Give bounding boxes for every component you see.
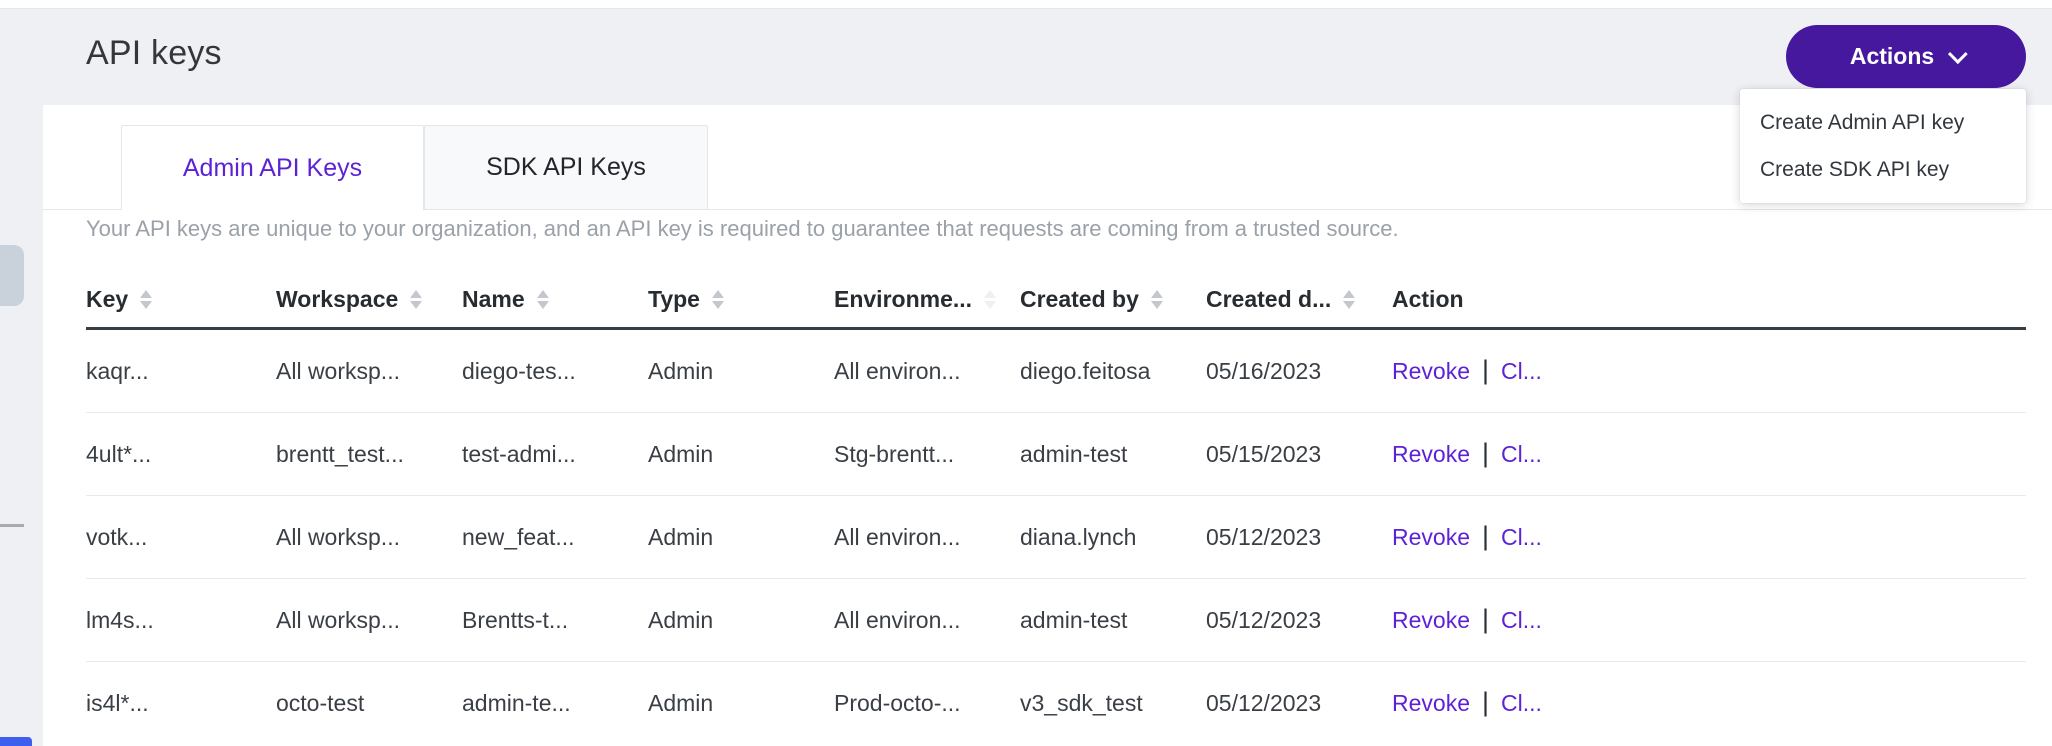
cell-name: new_feat... [462, 524, 648, 551]
cell-environment: All environ... [834, 524, 1020, 551]
cell-environment: All environ... [834, 358, 1020, 385]
page-description: Your API keys are unique to your organiz… [86, 216, 2026, 242]
cell-workspace: All worksp... [276, 607, 462, 634]
column-header-workspace[interactable]: Workspace [276, 286, 462, 313]
cell-environment: Prod-octo-... [834, 690, 1020, 717]
cell-environment: All environ... [834, 607, 1020, 634]
cell-workspace: All worksp... [276, 524, 462, 551]
cell-action: Revoke | Cl... [1392, 522, 2026, 553]
action-separator: | [1482, 439, 1489, 469]
column-header-name[interactable]: Name [462, 286, 648, 313]
tab-admin-api-keys[interactable]: Admin API Keys [121, 125, 424, 210]
cell-workspace: brentt_test... [276, 441, 462, 468]
cell-key: votk... [86, 524, 276, 551]
cell-created-date: 05/16/2023 [1206, 358, 1392, 385]
actions-button-label: Actions [1850, 43, 1934, 70]
sort-icon[interactable] [410, 290, 422, 309]
actions-button[interactable]: Actions [1786, 25, 2026, 88]
clone-link[interactable]: Cl... [1501, 524, 1542, 551]
cell-created-date: 05/12/2023 [1206, 524, 1392, 551]
clone-link[interactable]: Cl... [1501, 358, 1542, 385]
action-separator: | [1482, 605, 1489, 635]
actions-dropdown-menu: Create Admin API key Create SDK API key [1740, 89, 2026, 203]
cell-type: Admin [648, 441, 834, 468]
left-scrollbar-thumb[interactable] [0, 245, 24, 306]
cell-key: 4ult*... [86, 441, 276, 468]
api-keys-table: Key Workspace Name Type Environme... Cre… [86, 272, 2026, 745]
menu-item-create-sdk-api-key[interactable]: Create SDK API key [1740, 146, 2026, 193]
sort-icon[interactable] [1343, 290, 1355, 309]
cell-type: Admin [648, 607, 834, 634]
cell-type: Admin [648, 524, 834, 551]
cell-type: Admin [648, 358, 834, 385]
table-row: kaqr... All worksp... diego-tes... Admin… [86, 330, 2026, 413]
clone-link[interactable]: Cl... [1501, 690, 1542, 717]
cell-type: Admin [648, 690, 834, 717]
cell-created-date: 05/12/2023 [1206, 690, 1392, 717]
column-header-created-date[interactable]: Created d... [1206, 286, 1392, 313]
cell-created-by: v3_sdk_test [1020, 690, 1206, 717]
table-header-row: Key Workspace Name Type Environme... Cre… [86, 272, 2026, 330]
tab-sdk-api-keys[interactable]: SDK API Keys [424, 125, 708, 209]
cell-key: is4l*... [86, 690, 276, 717]
cell-workspace: All worksp... [276, 358, 462, 385]
sort-icon[interactable] [537, 290, 549, 309]
table-row: votk... All worksp... new_feat... Admin … [86, 496, 2026, 579]
cell-workspace: octo-test [276, 690, 462, 717]
cell-created-by: admin-test [1020, 441, 1206, 468]
cell-action: Revoke | Cl... [1392, 356, 2026, 387]
cell-action: Revoke | Cl... [1392, 688, 2026, 719]
table-row: is4l*... octo-test admin-te... Admin Pro… [86, 662, 2026, 745]
cell-action: Revoke | Cl... [1392, 439, 2026, 470]
cell-action: Revoke | Cl... [1392, 605, 2026, 636]
cell-name: admin-te... [462, 690, 648, 717]
revoke-link[interactable]: Revoke [1392, 441, 1470, 468]
tab-admin-api-keys-label: Admin API Keys [183, 154, 362, 183]
column-header-key[interactable]: Key [86, 286, 276, 313]
clone-link[interactable]: Cl... [1501, 441, 1542, 468]
bottom-left-blue-fragment [0, 737, 32, 746]
table-row: 4ult*... brentt_test... test-admi... Adm… [86, 413, 2026, 496]
sort-icon[interactable] [984, 290, 996, 309]
tab-sdk-api-keys-label: SDK API Keys [486, 153, 646, 182]
chevron-down-icon [1948, 44, 1968, 64]
revoke-link[interactable]: Revoke [1392, 607, 1470, 634]
clone-link[interactable]: Cl... [1501, 607, 1542, 634]
action-separator: | [1482, 522, 1489, 552]
revoke-link[interactable]: Revoke [1392, 524, 1470, 551]
sort-icon[interactable] [1151, 290, 1163, 309]
action-separator: | [1482, 356, 1489, 386]
column-header-created-by[interactable]: Created by [1020, 286, 1206, 313]
cell-key: lm4s... [86, 607, 276, 634]
revoke-link[interactable]: Revoke [1392, 690, 1470, 717]
cell-name: test-admi... [462, 441, 648, 468]
cell-name: Brentts-t... [462, 607, 648, 634]
sort-icon[interactable] [712, 290, 724, 309]
cell-created-by: diana.lynch [1020, 524, 1206, 551]
revoke-link[interactable]: Revoke [1392, 358, 1470, 385]
action-separator: | [1482, 688, 1489, 718]
column-header-environment[interactable]: Environme... [834, 286, 1020, 313]
menu-item-create-admin-api-key[interactable]: Create Admin API key [1740, 99, 2026, 146]
cell-environment: Stg-brentt... [834, 441, 1020, 468]
page-title: API keys [86, 34, 222, 73]
table-row: lm4s... All worksp... Brentts-t... Admin… [86, 579, 2026, 662]
cell-created-date: 05/15/2023 [1206, 441, 1392, 468]
left-edge-divider [0, 524, 24, 527]
cell-created-by: diego.feitosa [1020, 358, 1206, 385]
cell-created-date: 05/12/2023 [1206, 607, 1392, 634]
cell-name: diego-tes... [462, 358, 648, 385]
cell-key: kaqr... [86, 358, 276, 385]
sort-icon[interactable] [140, 290, 152, 309]
top-strip [0, 0, 2052, 9]
column-header-action: Action [1392, 286, 2026, 313]
cell-created-by: admin-test [1020, 607, 1206, 634]
column-header-type[interactable]: Type [648, 286, 834, 313]
